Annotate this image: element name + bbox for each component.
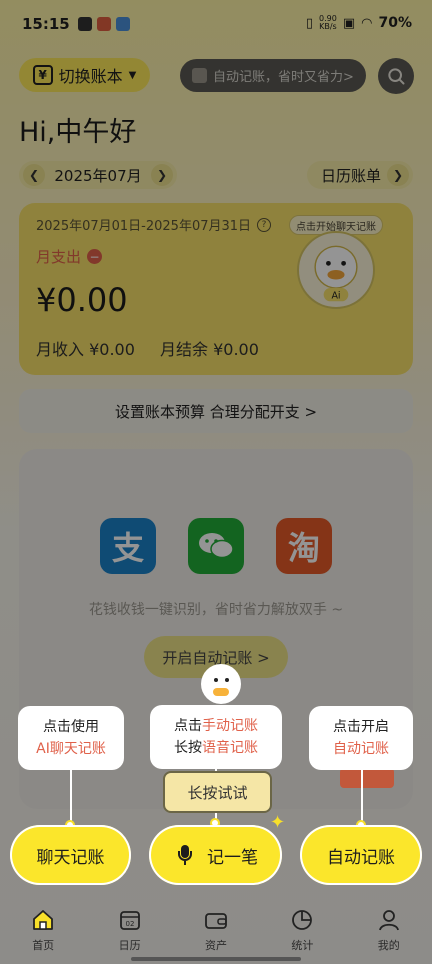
nav-stats-label: 统计 [291, 939, 314, 952]
connector-chat [70, 770, 72, 826]
user-icon [378, 910, 399, 931]
duck-eye-left [214, 678, 218, 682]
home-icon [33, 910, 54, 930]
sparkle-icon: ✦ [270, 812, 286, 833]
nav-calendar[interactable]: 02 日历 [100, 907, 160, 964]
mic-stem [184, 861, 186, 865]
wallet-icon [205, 913, 227, 929]
microphone-icon [173, 843, 197, 867]
app-page: 15:15 ▯ 0.90 KB/s ▣ ◠ 70% ¥ 切换账本 ▼ 自动记账，… [0, 0, 432, 964]
duck-beak [213, 688, 229, 696]
press-try-button[interactable]: 长按试试 [163, 771, 272, 813]
guide-record-line2: 长按语音记账 [150, 737, 282, 759]
chat-record-label: 聊天记账 [36, 847, 105, 868]
guide-bubble-record: 点击手动记账 长按语音记账 [150, 705, 282, 769]
ad-thumbnail [340, 768, 394, 788]
record-one-label: 记一笔 [207, 847, 258, 868]
guide-bubble-chat: 点击使用 AI聊天记账 [18, 706, 124, 770]
nav-assets[interactable]: 资产 [186, 907, 246, 964]
record-one-button[interactable]: 记一笔 [149, 825, 282, 885]
duck-eye-right [225, 678, 229, 682]
guide-auto-line2: 自动记账 [333, 741, 389, 757]
guide-chat-line2: AI聊天记账 [36, 741, 106, 757]
mic-cup [178, 851, 192, 861]
guide-auto-line1: 点击开启 [333, 719, 389, 735]
connector-auto [361, 770, 363, 826]
nav-assets-label: 资产 [204, 939, 227, 952]
bottom-nav: 首页 02 日历 资产 统计 我的 [0, 895, 432, 964]
pie-chart-icon [292, 910, 313, 930]
home-indicator [131, 957, 301, 961]
calendar-icon: 02 [119, 911, 140, 930]
nav-calendar-label: 日历 [118, 939, 141, 952]
guide-record-voice: 语音记账 [202, 740, 258, 756]
nav-home-label: 首页 [32, 939, 55, 952]
guide-record-manual: 手动记账 [202, 718, 258, 734]
guide-bubble-auto: 点击开启 自动记账 [309, 706, 413, 770]
nav-home[interactable]: 首页 [13, 907, 73, 964]
auto-record-label: 自动记账 [327, 847, 395, 868]
chat-record-button[interactable]: 聊天记账 [10, 825, 131, 885]
nav-mine[interactable]: 我的 [359, 907, 419, 964]
svg-text:02: 02 [125, 920, 134, 928]
nav-mine-label: 我的 [377, 939, 400, 952]
duck-peek-icon [201, 664, 241, 704]
guide-record-click: 点击 [174, 718, 202, 734]
guide-chat-line1: 点击使用 [43, 719, 99, 735]
auto-record-button[interactable]: 自动记账 [300, 825, 422, 885]
nav-stats[interactable]: 统计 [272, 907, 332, 964]
guide-record-hold: 长按 [174, 740, 202, 756]
guide-record-line1: 点击手动记账 [150, 715, 282, 737]
